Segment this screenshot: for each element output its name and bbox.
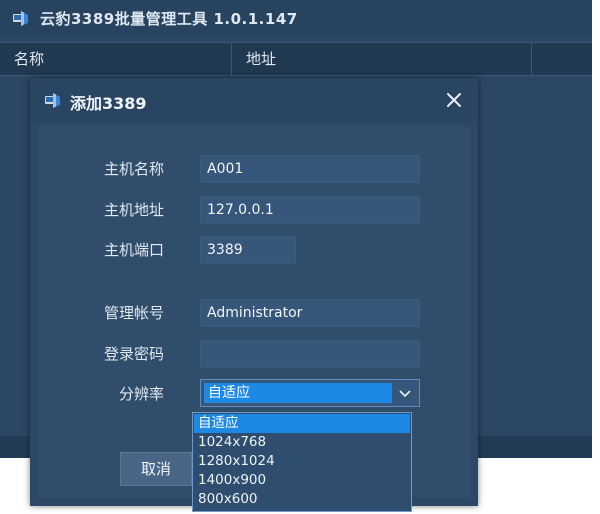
- column-address[interactable]: 地址: [232, 43, 532, 75]
- resolution-option[interactable]: 800x600: [194, 490, 410, 509]
- login-password-input[interactable]: [200, 340, 420, 368]
- resolution-dropdown-list: 自适应 1024x768 1280x1024 1400x900 800x600: [192, 412, 412, 512]
- host-address-input[interactable]: [200, 196, 420, 224]
- dialog-title: 添加3389: [70, 94, 147, 113]
- resolution-option[interactable]: 1024x768: [194, 433, 410, 452]
- host-name-input[interactable]: [200, 155, 420, 183]
- admin-account-label: 管理帐号: [103, 304, 164, 322]
- host-port-input[interactable]: [200, 236, 296, 264]
- chevron-down-icon[interactable]: [397, 386, 413, 400]
- resolution-label: 分辨率: [118, 385, 164, 403]
- dialog-titlebar: 添加3389: [30, 78, 478, 122]
- column-extra[interactable]: [532, 43, 592, 75]
- app-logo-icon: [13, 11, 28, 26]
- app-title: 云豹3389批量管理工具 1.0.1.147: [40, 10, 298, 28]
- admin-account-input[interactable]: [200, 299, 420, 327]
- resolution-option[interactable]: 1280x1024: [194, 452, 410, 471]
- resolution-selected-value: 自适应: [204, 383, 392, 403]
- column-name[interactable]: 名称: [0, 43, 232, 75]
- login-password-label: 登录密码: [103, 345, 164, 363]
- resolution-option[interactable]: 1400x900: [194, 471, 410, 490]
- host-port-label: 主机端口: [103, 241, 164, 259]
- close-icon[interactable]: [440, 86, 468, 114]
- main-titlebar: 云豹3389批量管理工具 1.0.1.147: [0, 0, 592, 36]
- list-header: 名称 地址: [0, 42, 592, 76]
- app-logo-icon: [45, 93, 60, 108]
- resolution-option[interactable]: 自适应: [194, 414, 410, 433]
- host-name-label: 主机名称: [103, 160, 164, 178]
- host-address-label: 主机地址: [103, 201, 164, 219]
- cancel-button[interactable]: 取消: [120, 452, 192, 486]
- resolution-select[interactable]: 自适应: [200, 379, 420, 407]
